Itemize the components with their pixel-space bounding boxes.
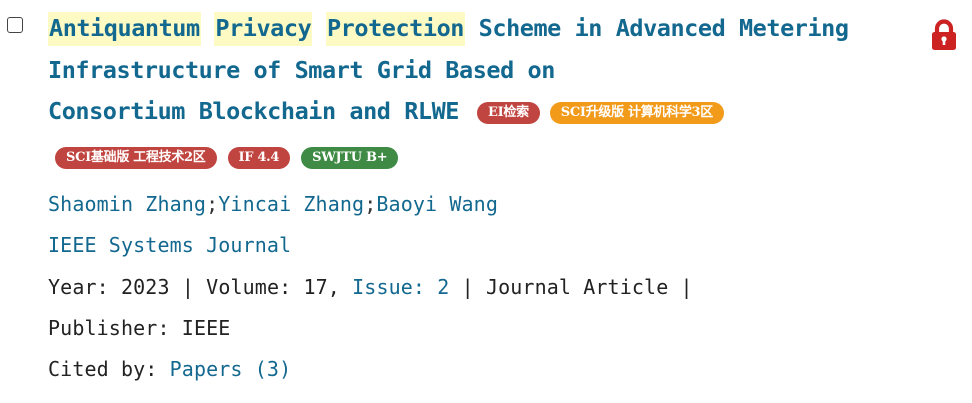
title-word[interactable]: Scheme	[479, 14, 562, 42]
cited-line: Cited by: Papers (3)	[48, 355, 291, 383]
title-word[interactable]: Grid	[377, 56, 432, 84]
meta-separator: |	[680, 275, 693, 299]
badge-row: SCI基础版 工程技术2区 IF 4.4 SWJTU B+	[55, 147, 409, 171]
issue-link[interactable]: Issue: 2	[352, 275, 449, 299]
title-word[interactable]: in	[575, 14, 603, 42]
title-word[interactable]: Smart	[295, 56, 364, 84]
title-word[interactable]: on	[528, 56, 556, 84]
select-checkbox[interactable]	[7, 17, 23, 33]
highlighted-term[interactable]: Privacy	[214, 12, 313, 46]
year-label: Year:	[48, 275, 109, 299]
title-word[interactable]: Advanced	[616, 14, 726, 42]
author-link[interactable]: Shaomin Zhang	[48, 192, 206, 216]
authors-line: Shaomin Zhang;Yincai Zhang;Baoyi Wang	[48, 190, 498, 218]
article-type: Journal Article	[485, 275, 669, 299]
title-word[interactable]: Blockchain	[199, 97, 336, 125]
author-separator: ;	[206, 192, 219, 216]
volume-value: 17,	[303, 275, 340, 299]
author-link[interactable]: Yincai Zhang	[218, 192, 364, 216]
result-entry: Antiquantum Privacy Protection Scheme in…	[48, 8, 908, 133]
author-separator: ;	[364, 192, 377, 216]
highlighted-term[interactable]: Protection	[325, 12, 465, 46]
sci-basic-badge[interactable]: SCI基础版 工程技术2区	[55, 147, 217, 169]
author-link[interactable]: Baoyi Wang	[376, 192, 498, 216]
swjtu-badge[interactable]: SWJTU B+	[301, 147, 399, 169]
title-word[interactable]: of	[253, 56, 281, 84]
publisher-value: IEEE	[181, 316, 231, 340]
journal-link[interactable]: IEEE Systems Journal	[48, 233, 291, 257]
meta-separator: |	[181, 275, 194, 299]
title-word[interactable]: Consortium	[48, 97, 185, 125]
publisher-line: Publisher: IEEE	[48, 314, 230, 342]
title-word[interactable]: RLWE	[404, 97, 459, 125]
year-value: 2023	[120, 275, 170, 299]
cited-label: Cited by:	[48, 357, 158, 381]
publisher-label: Publisher:	[48, 316, 170, 340]
journal-line: IEEE Systems Journal	[48, 231, 291, 259]
cited-papers-link[interactable]: Papers (3)	[170, 357, 292, 381]
meta-separator: |	[461, 275, 474, 299]
title-word[interactable]: Infrastructure	[48, 56, 240, 84]
title-word[interactable]: and	[349, 97, 391, 125]
title-word[interactable]: Based	[445, 56, 514, 84]
title-word[interactable]: Metering	[739, 14, 849, 42]
impact-factor-badge[interactable]: IF 4.4	[227, 147, 291, 169]
paper-title[interactable]: Antiquantum Privacy Protection Scheme in…	[48, 8, 908, 133]
meta-line: Year: 2023 | Volume: 17, Issue: 2 | Jour…	[48, 273, 693, 301]
lock-icon[interactable]	[929, 19, 959, 51]
sci-upgrade-badge[interactable]: SCI升级版 计算机科学3区	[549, 102, 724, 124]
highlighted-term[interactable]: Antiquantum	[48, 12, 201, 46]
volume-label: Volume:	[206, 275, 292, 299]
ei-badge[interactable]: EI检索	[476, 102, 540, 124]
